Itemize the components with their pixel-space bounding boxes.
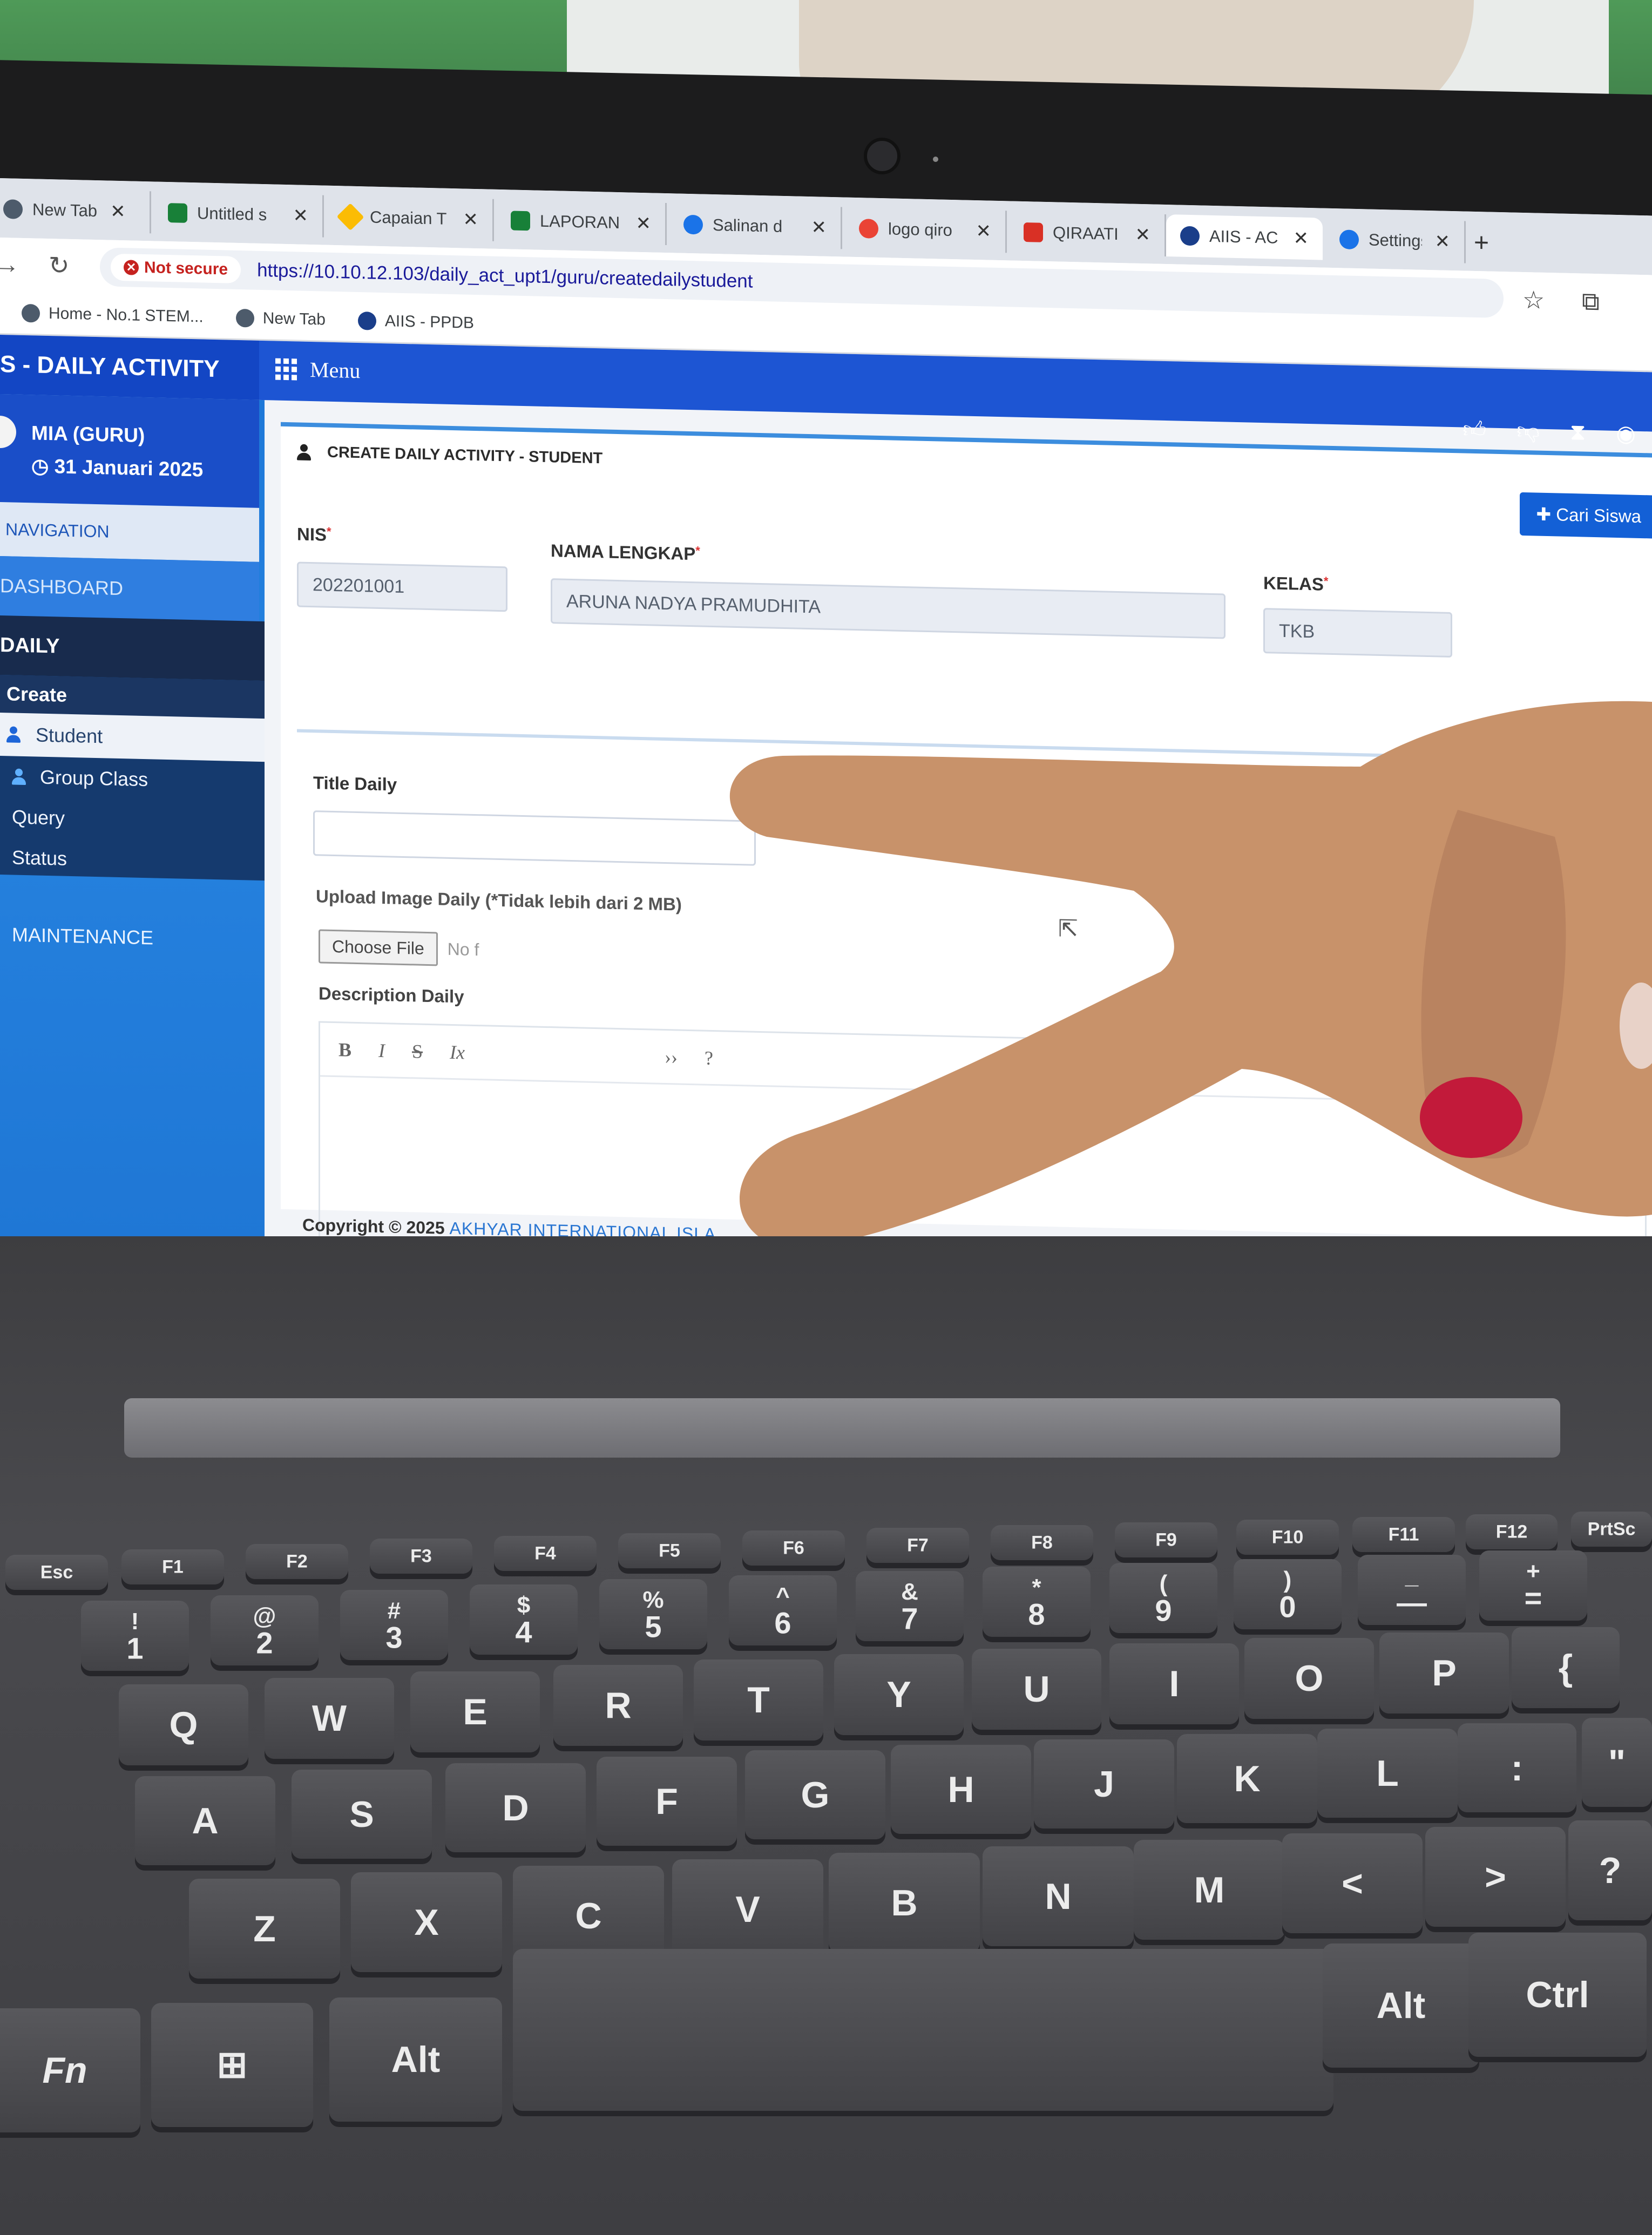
windows-logo-icon: ⊞ [216,2044,248,2085]
key-alt-right[interactable]: Alt [1323,1943,1479,2068]
key-f10[interactable]: F10 [1236,1520,1339,1555]
key-f6[interactable]: F6 [742,1530,845,1566]
key-quote[interactable]: " [1582,1718,1652,1807]
key-7[interactable]: & 7 [856,1571,964,1641]
key-ctrl[interactable]: Ctrl [1468,1933,1647,2057]
key-g[interactable]: G [745,1750,885,1839]
key-equals[interactable]: + = [1479,1550,1587,1621]
key-f3[interactable]: F3 [370,1539,472,1574]
key-f9[interactable]: F9 [1115,1522,1217,1557]
key-f5[interactable]: F5 [618,1533,721,1568]
key-fn[interactable]: Fn [0,2008,140,2132]
key-space[interactable] [513,1949,1333,2111]
key-alt-left[interactable]: Alt [329,1997,502,2122]
key-9[interactable]: (9 [1109,1563,1217,1633]
key-p[interactable]: P [1379,1633,1509,1713]
key-windows[interactable]: ⊞ [151,2003,313,2127]
key-f7[interactable]: F7 [866,1528,969,1563]
key-j[interactable]: J [1034,1739,1174,1828]
key-d[interactable]: D [445,1763,586,1852]
key-k[interactable]: K [1177,1734,1317,1823]
key-q[interactable]: Q [119,1684,248,1765]
key-5[interactable]: % 5 [599,1579,707,1649]
key-r[interactable]: R [553,1665,683,1746]
key-m[interactable]: M [1134,1840,1285,1940]
key-i[interactable]: I [1109,1643,1239,1724]
key-f2[interactable]: F2 [246,1544,348,1579]
key-4[interactable]: $4 [470,1584,578,1655]
key-3[interactable]: #3 [340,1590,448,1660]
key-left-brace[interactable]: { [1512,1627,1620,1708]
key-f1[interactable]: F1 [121,1549,224,1584]
key-period[interactable]: > [1425,1827,1566,1927]
key-a[interactable]: A [135,1776,275,1865]
key-x[interactable]: X [351,1872,502,1972]
key-f11[interactable]: F11 [1352,1517,1455,1552]
key-6[interactable]: ^ 6 [729,1575,837,1645]
key-f12[interactable]: F12 [1466,1514,1558,1549]
key-l[interactable]: L [1317,1729,1458,1818]
key-y[interactable]: Y [834,1654,964,1735]
key-semicolon[interactable]: : [1458,1723,1576,1812]
key-8[interactable]: * 8 [983,1567,1091,1637]
key-0[interactable]: ) 0 [1234,1559,1342,1629]
key-2[interactable]: @2 [211,1595,319,1665]
key-n[interactable]: N [983,1846,1134,1946]
key-h[interactable]: H [891,1745,1031,1834]
key-comma[interactable]: < [1282,1833,1423,1933]
key-esc[interactable]: Esc [5,1555,108,1590]
key-t[interactable]: T [694,1660,823,1740]
key-minus[interactable]: _ — [1358,1555,1466,1625]
key-u[interactable]: U [972,1649,1101,1730]
key-o[interactable]: O [1244,1638,1374,1719]
key-prtsc[interactable]: PrtSc [1571,1512,1652,1547]
key-1[interactable]: ! 1 [81,1601,189,1671]
laptop-hinge [124,1398,1560,1458]
key-s[interactable]: S [292,1770,432,1859]
key-slash[interactable]: ? [1568,1820,1652,1920]
key-b[interactable]: B [829,1853,980,1953]
key-f4[interactable]: F4 [494,1536,597,1571]
key-w[interactable]: W [265,1678,394,1759]
key-z[interactable]: Z [189,1879,340,1979]
key-f[interactable]: F [597,1757,737,1846]
key-e[interactable]: E [410,1671,540,1752]
key-v[interactable]: V [672,1859,823,1959]
key-f8[interactable]: F8 [991,1525,1093,1560]
